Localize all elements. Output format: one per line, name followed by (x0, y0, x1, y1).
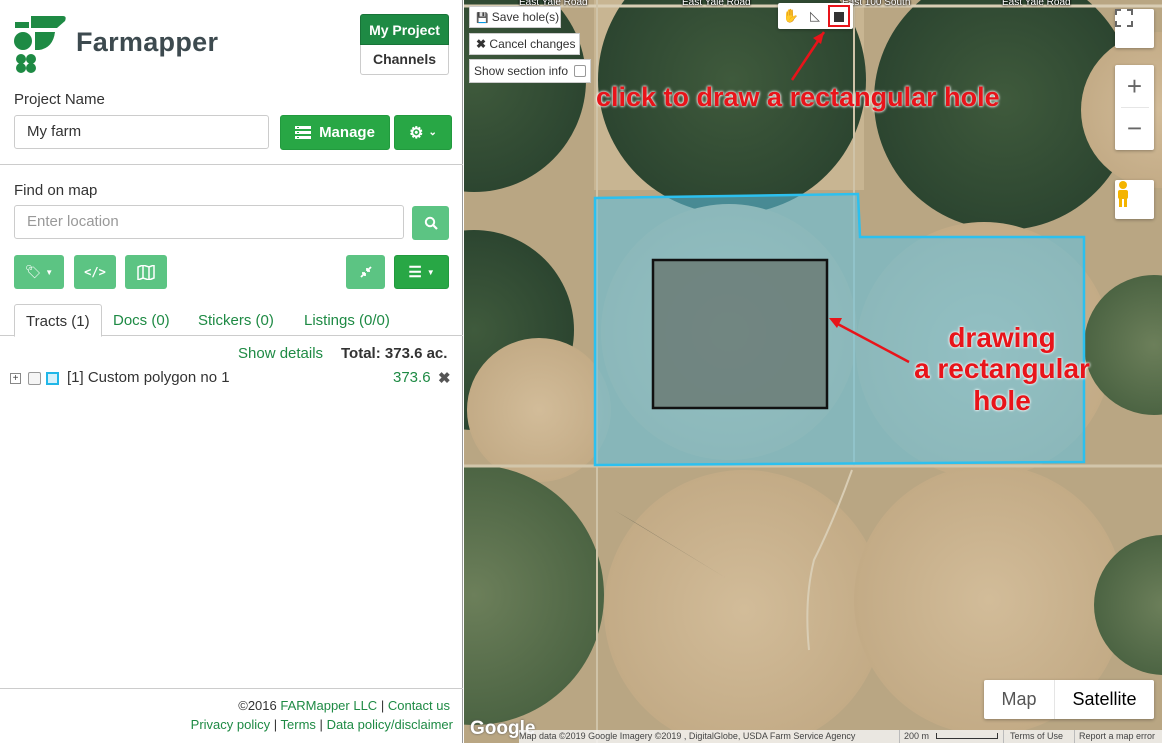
collapse-button[interactable] (346, 255, 385, 289)
show-section-info-toggle[interactable]: Show section info (469, 59, 591, 83)
settings-dropdown-button[interactable]: ⚙ ⌄ (394, 115, 452, 150)
road-label: East Yale Road (682, 0, 751, 8)
chevron-down-icon: ⌄ (428, 127, 437, 138)
contact-link[interactable]: Contact us (388, 698, 450, 713)
hand-icon[interactable]: ✋ (780, 5, 802, 27)
list-item[interactable]: + [1] Custom polygon no 1 373.6 ✖ (10, 369, 455, 389)
channels-button[interactable]: Channels (360, 45, 449, 75)
search-icon (424, 216, 438, 230)
terms-link[interactable]: Terms (281, 717, 316, 732)
save-holes-button[interactable]: 💾 Save hole(s) (469, 6, 561, 28)
map-type-map-button[interactable]: Map (984, 680, 1054, 719)
section-info-checkbox[interactable] (574, 65, 586, 77)
company-link[interactable]: FARMapper LLC (280, 698, 377, 713)
caret-down-icon: ▼ (45, 267, 54, 277)
tab-stickers[interactable]: Stickers (0) (198, 304, 274, 337)
logo-icon (14, 16, 66, 73)
my-project-button[interactable]: My Project (360, 14, 449, 45)
settings-icon: ⚙ (409, 124, 424, 142)
show-section-info-label: Show section info (474, 64, 569, 78)
manage-icon (295, 125, 312, 139)
tab-docs[interactable]: Docs (0) (113, 304, 170, 337)
total-acreage: Total: 373.6 ac. (341, 345, 448, 362)
footer-divider (0, 688, 463, 689)
manage-label: Manage (319, 124, 375, 141)
zoom-out-button[interactable]: − (1127, 108, 1142, 150)
delete-icon[interactable]: ✖ (438, 369, 451, 387)
map-canvas[interactable]: East Yale Road East Yale Road East 100 S… (464, 0, 1162, 743)
cancel-changes-label: Cancel changes (489, 37, 576, 51)
footer-line-2: Privacy policy | Terms | Data policy/dis… (191, 717, 453, 732)
tag-icon: 🏷 (24, 264, 42, 279)
pegman-icon (1118, 181, 1128, 207)
embed-code-button[interactable]: </> (74, 255, 116, 289)
fullscreen-icon (1115, 9, 1133, 27)
tab-listings[interactable]: Listings (0/0) (304, 304, 390, 337)
road-label: East Yale Road (1002, 0, 1071, 8)
map-icon (137, 264, 155, 280)
annotation-line: drawing (948, 322, 1056, 353)
attribution-text: Map data ©2019 Google Imagery ©2019 , Di… (519, 731, 856, 741)
zoom-control: + − (1115, 65, 1154, 150)
cancel-changes-button[interactable]: ✖ Cancel changes (469, 33, 580, 55)
code-icon: </> (84, 265, 106, 279)
caret-down-icon: ▼ (426, 267, 435, 277)
scale-label: 200 m (899, 730, 929, 743)
find-on-map-label: Find on map (14, 182, 98, 199)
project-name-label: Project Name (14, 91, 105, 108)
footer-separator: | (380, 698, 385, 713)
tract-checkbox[interactable] (28, 372, 41, 385)
menu-icon: ☰ (408, 264, 422, 281)
report-error-link[interactable]: Report a map error (1074, 730, 1155, 743)
map-type-control: Map Satellite (984, 680, 1154, 719)
project-name-input[interactable]: My farm (14, 115, 269, 149)
tag-dropdown-button[interactable]: 🏷 ▼ (14, 255, 64, 289)
list-menu-button[interactable]: ☰ ▼ (394, 255, 449, 289)
search-button[interactable] (412, 206, 449, 240)
tract-color-swatch (46, 372, 59, 385)
sidebar: Farmapper My Project Channels Project Na… (0, 0, 463, 743)
drawing-toolbar: ✋ ◺ (778, 3, 853, 29)
annotation-side: drawing a rectangular hole (897, 322, 1107, 416)
footer-separator: | (319, 717, 323, 732)
map-attribution-bar: Map data ©2019 Google Imagery ©2019 , Di… (519, 730, 1162, 743)
brand-name: Farmapper (76, 27, 219, 57)
show-details-link[interactable]: Show details (238, 345, 323, 362)
map-view-button[interactable] (125, 255, 167, 289)
footer-separator: | (273, 717, 278, 732)
save-holes-label: Save hole(s) (491, 10, 560, 24)
zoom-in-button[interactable]: + (1127, 65, 1142, 107)
footer-line-1: ©2016 FARMapper LLC | Contact us (238, 698, 450, 713)
rectangle-icon[interactable] (828, 5, 850, 27)
location-search-input[interactable]: Enter location (14, 205, 404, 239)
fullscreen-button[interactable] (1115, 9, 1154, 48)
collapse-icon (359, 266, 372, 278)
manage-button[interactable]: Manage (280, 115, 390, 150)
copyright-text: ©2016 (238, 698, 277, 713)
annotation-top: click to draw a rectangular hole (596, 82, 1000, 112)
cancel-icon: ✖ (476, 37, 487, 51)
tract-name[interactable]: [1] Custom polygon no 1 (67, 369, 230, 386)
data-policy-link[interactable]: Data policy/disclaimer (327, 717, 453, 732)
polygon-icon[interactable]: ◺ (804, 5, 826, 27)
terms-of-use-link[interactable]: Terms of Use (1003, 730, 1063, 743)
annotation-line: hole (973, 384, 1031, 416)
map-type-satellite-button[interactable]: Satellite (1054, 680, 1154, 719)
privacy-link[interactable]: Privacy policy (191, 717, 270, 732)
save-icon: 💾 (476, 13, 489, 24)
scale-bar (936, 733, 998, 739)
tab-tracts[interactable]: Tracts (1) (14, 304, 102, 337)
divider (0, 164, 463, 165)
street-view-button[interactable] (1115, 180, 1154, 219)
tract-acres: 373.6 (393, 369, 431, 386)
annotation-line: a rectangular (914, 353, 1090, 385)
expand-icon[interactable]: + (10, 373, 21, 384)
tract-tabs: Tracts (1) Docs (0) Stickers (0) Listing… (0, 304, 463, 337)
